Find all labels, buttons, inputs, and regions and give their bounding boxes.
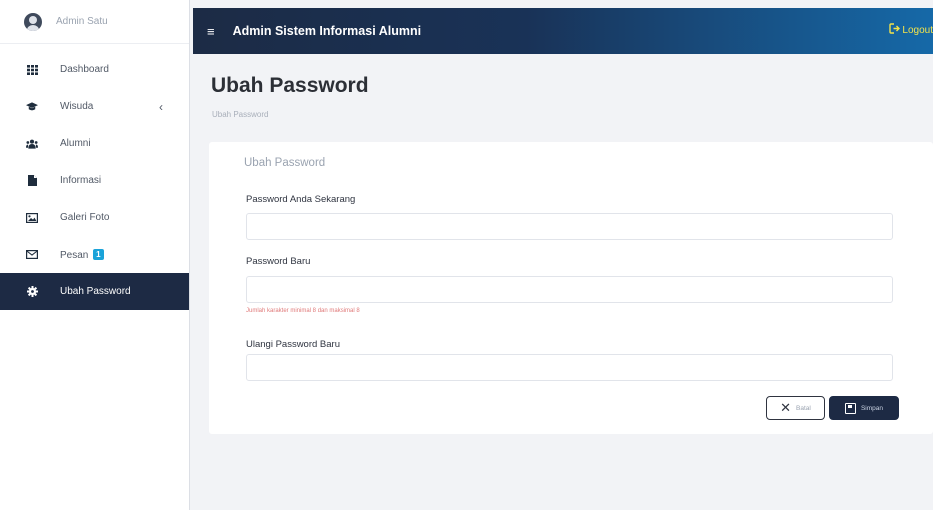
sidebar: Admin Satu Dashboard Wisuda ‹ Alumni Inf… (0, 0, 190, 510)
card-title: Ubah Password (244, 157, 326, 169)
current-password-input[interactable] (246, 213, 893, 240)
profile-name: Admin Satu (56, 16, 108, 27)
new-password-hint: Jumlah karakter minimal 8 dan maksimal 8 (246, 308, 360, 314)
save-icon (844, 402, 856, 414)
app-title: Admin Sistem Informasi Alumni (232, 24, 422, 38)
sign-out-icon (889, 23, 901, 37)
graduation-cap-icon (26, 101, 38, 113)
sidebar-menu: Dashboard Wisuda ‹ Alumni Informasi Gale… (0, 51, 189, 310)
confirm-password-label: Ulangi Password Baru (246, 339, 340, 350)
breadcrumb: Ubah Password (212, 110, 269, 119)
current-password-label: Password Anda Sekarang (246, 194, 356, 205)
sidebar-item-text: Pesan (60, 249, 89, 261)
chevron-left-icon: ‹ (159, 99, 163, 114)
sidebar-item-alumni[interactable]: Alumni (0, 125, 189, 162)
image-icon (26, 212, 38, 224)
confirm-password-input[interactable] (246, 354, 893, 381)
avatar (24, 12, 42, 31)
top-navbar: ≡ Admin Sistem Informasi Alumni Logout (193, 8, 933, 54)
sidebar-item-pesan[interactable]: Pesan 1 (0, 236, 189, 273)
sidebar-item-label: Galeri Foto (60, 212, 110, 223)
new-password-input[interactable] (246, 276, 893, 303)
sidebar-profile[interactable]: Admin Satu (0, 0, 189, 44)
reset-button-label: Batal (796, 404, 811, 412)
file-icon (26, 175, 38, 187)
sidebar-item-informasi[interactable]: Informasi (0, 162, 189, 199)
change-password-card: Ubah Password Password Anda Sekarang Pas… (209, 142, 933, 434)
new-password-label: Password Baru (246, 256, 311, 267)
logout-label: Logout (902, 24, 933, 36)
hamburger-menu-icon[interactable]: ≡ (207, 24, 215, 39)
reset-button[interactable]: ✕ Batal (766, 396, 825, 420)
sidebar-item-label: Ubah Password (60, 286, 131, 297)
sidebar-item-label: Alumni (60, 138, 91, 149)
page-title: Ubah Password (211, 74, 369, 97)
sidebar-item-label: Informasi (60, 175, 102, 186)
save-button[interactable]: Simpan (829, 396, 899, 420)
logout-link[interactable]: Logout (889, 23, 933, 37)
sidebar-item-wisuda[interactable]: Wisuda ‹ (0, 88, 189, 125)
message-count-badge: 1 (93, 248, 104, 260)
th-grid-icon (26, 64, 38, 76)
sidebar-item-galeri-foto[interactable]: Galeri Foto (0, 199, 189, 236)
sidebar-item-dashboard[interactable]: Dashboard (0, 51, 189, 88)
sidebar-item-label: Dashboard (60, 64, 109, 75)
save-button-label: Simpan (860, 404, 884, 412)
gear-icon (26, 286, 38, 298)
sidebar-item-ubah-password[interactable]: Ubah Password (0, 273, 189, 310)
sidebar-item-label: Pesan 1 (60, 248, 104, 261)
close-icon: ✕ (780, 400, 792, 415)
envelope-icon (26, 249, 38, 261)
users-icon (26, 138, 38, 150)
sidebar-item-label: Wisuda (60, 101, 94, 112)
